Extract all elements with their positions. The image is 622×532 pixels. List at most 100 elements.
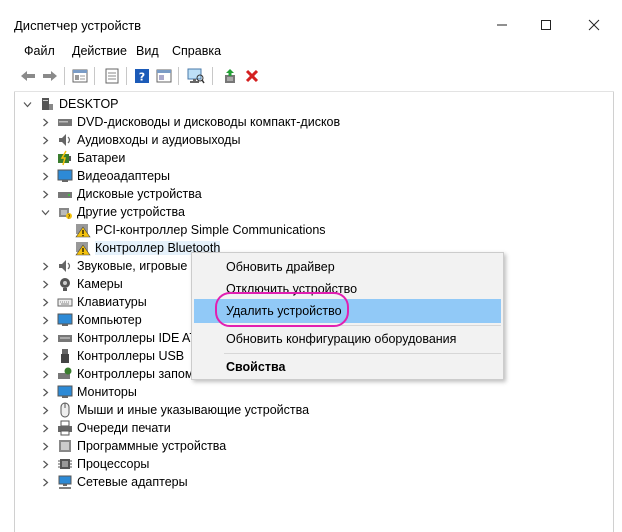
tree-category-label: Мониторы [77,385,137,399]
tree-category-keyboards[interactable]: Клавиатуры [39,293,147,311]
tree-category-audio-io[interactable]: Аудиовходы и аудиовыходы [39,131,240,149]
help-button[interactable]: ? [132,66,152,86]
minimize-button[interactable] [482,10,522,40]
menu-item-properties[interactable]: Свойства [194,355,501,379]
chevron-right-icon[interactable] [39,383,51,401]
monitor-icon [57,312,73,328]
chevron-right-icon[interactable] [39,437,51,455]
chevron-right-icon[interactable] [39,329,51,347]
menu-view[interactable]: Вид [136,44,159,58]
chevron-down-icon[interactable] [21,95,33,113]
tree-category-processors[interactable]: Процессоры [39,455,149,473]
tree-category-label: Видеоадаптеры [77,169,170,183]
back-button[interactable] [18,66,38,86]
tree-root[interactable]: DESKTOP [21,95,119,113]
toolbar: ? [0,64,622,90]
uninstall-button[interactable] [242,66,262,86]
tree-category-label: Процессоры [77,457,150,471]
chevron-right-icon[interactable] [39,257,51,275]
chevron-right-icon[interactable] [39,473,51,491]
ide-controller-icon [57,330,73,346]
tree-category-usb[interactable]: Контроллеры USB [39,347,184,365]
window-list-icon [156,69,172,83]
usb-icon [57,348,73,364]
maximize-icon [541,20,551,30]
tree-category-label: Другие устройства [77,205,185,219]
properties-view-button[interactable] [70,66,90,86]
tree-category-monitors[interactable]: Мониторы [39,383,137,401]
chevron-right-icon[interactable] [39,149,51,167]
title-bar: Диспетчер устройств [0,0,622,40]
menu-item-uninstall-device[interactable]: Удалить устройство [194,299,501,323]
tree-category-dvd[interactable]: DVD-дисководы и дисководы компакт-дисков [39,113,340,131]
update-driver-button[interactable] [220,66,240,86]
tree-category-other[interactable]: ? Другие устройства [39,203,185,221]
tree-category-print-queues[interactable]: Очереди печати [39,419,171,437]
properties-button[interactable] [102,66,122,86]
tree-category-batteries[interactable]: Батареи [39,149,125,167]
tree-category-storage[interactable]: Контроллеры запом [39,365,193,383]
storage-controller-icon [57,366,73,382]
tree-category-ide[interactable]: Контроллеры IDE ATA [39,329,205,347]
tree-category-disks[interactable]: Дисковые устройства [39,185,202,203]
menu-bar: Файл Действие Вид Справка [0,42,622,62]
tree-category-video[interactable]: Видеоадаптеры [39,167,170,185]
chevron-right-icon[interactable] [39,401,51,419]
tree-category-software[interactable]: Программные устройства [39,437,226,455]
close-icon [588,19,600,31]
tree-category-network[interactable]: Сетевые адаптеры [39,473,188,491]
chevron-right-icon[interactable] [39,455,51,473]
battery-icon [57,150,73,166]
tree-category-label: Программные устройства [77,439,227,453]
chevron-right-icon[interactable] [39,185,51,203]
menu-item-update-driver[interactable]: Обновить драйвер [194,255,501,279]
tree-category-cameras[interactable]: Камеры [39,275,123,293]
context-menu: Обновить драйвер Отключить устройство Уд… [191,252,504,380]
menu-file[interactable]: Файл [24,44,55,58]
tree-category-label: Очереди печати [77,421,171,435]
menu-item-disable-device[interactable]: Отключить устройство [194,277,501,301]
chevron-right-icon[interactable] [39,419,51,437]
network-adapter-icon [57,474,73,490]
svg-text:?: ? [68,215,71,221]
forward-button[interactable] [40,66,60,86]
display-adapter-icon [57,168,73,184]
tree-device-pci-controller[interactable]: PCI-контроллер Simple Communications [75,221,326,239]
menu-separator [224,353,501,354]
chevron-right-icon[interactable] [39,113,51,131]
sound-icon [57,258,73,274]
menu-help[interactable]: Справка [172,44,221,58]
tree-category-label: Клавиатуры [77,295,147,309]
menu-action[interactable]: Действие [72,44,127,58]
chevron-right-icon[interactable] [39,365,51,383]
close-button[interactable] [574,10,614,40]
scan-monitor-icon [187,68,205,84]
minimize-icon [497,24,507,26]
window-title: Диспетчер устройств [14,18,142,33]
tree-category-label: Батареи [77,151,126,165]
chevron-right-icon[interactable] [39,311,51,329]
menu-item-scan-hardware[interactable]: Обновить конфигурацию оборудования [194,327,501,351]
tree-category-label: Компьютер [77,313,142,327]
chevron-right-icon[interactable] [39,167,51,185]
tree-category-computer[interactable]: Компьютер [39,311,142,329]
menu-separator [224,325,501,326]
chevron-right-icon[interactable] [39,275,51,293]
tree-category-mice[interactable]: Мыши и иные указывающие устройства [39,401,309,419]
tree-category-label: Мыши и иные указывающие устройства [77,403,310,417]
chevron-right-icon[interactable] [39,131,51,149]
tree-category-label: Сетевые адаптеры [77,475,188,489]
tree-category-sound[interactable]: Звуковые, игровые и [39,257,198,275]
chevron-right-icon[interactable] [39,347,51,365]
delete-x-icon [245,69,259,83]
scan-hardware-button[interactable] [186,66,206,86]
maximize-button[interactable] [526,10,566,40]
tree-category-label: Звуковые, игровые и [77,259,198,273]
chevron-right-icon[interactable] [39,293,51,311]
tree-category-label: Контроллеры запом [77,367,194,381]
chevron-down-icon[interactable] [39,203,51,221]
tree-category-label: Дисковые устройства [77,187,202,201]
computer-icon [39,96,55,112]
view-button[interactable] [154,66,174,86]
tree-category-label: DVD-дисководы и дисководы компакт-дисков [77,115,341,129]
